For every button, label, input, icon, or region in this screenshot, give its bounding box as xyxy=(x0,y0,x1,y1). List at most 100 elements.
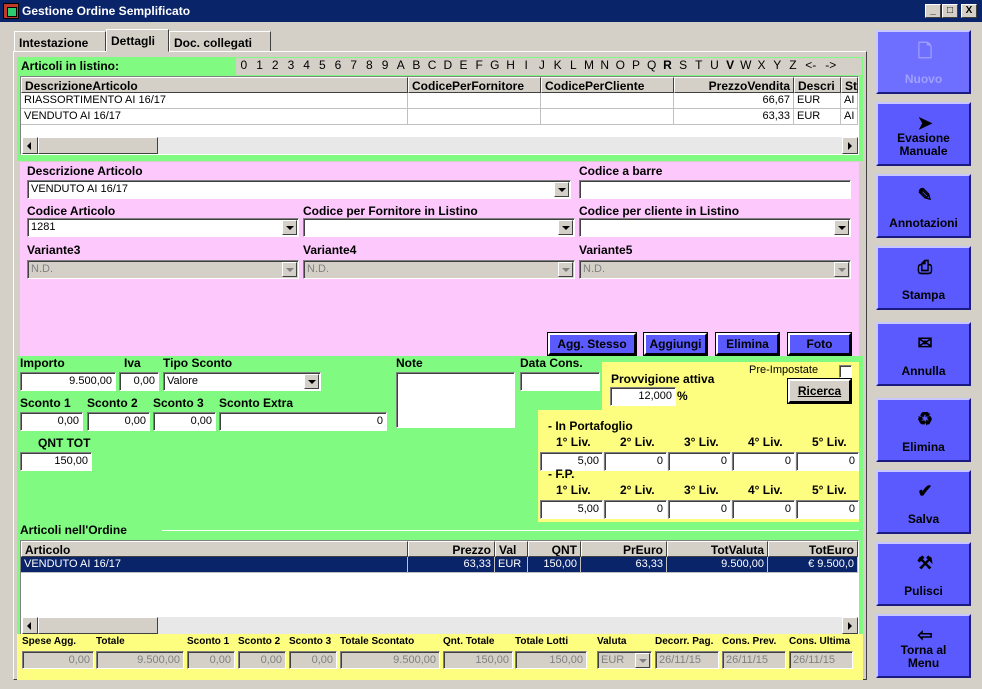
maximize-button[interactable]: □ xyxy=(942,4,958,18)
letter-filter-19[interactable]: J xyxy=(534,58,550,72)
ordine-header-2[interactable]: Val xyxy=(495,541,528,557)
listino-cell[interactable] xyxy=(408,109,541,125)
letter-filter-12[interactable]: C xyxy=(424,58,440,72)
provvigione-input[interactable]: 12,000 xyxy=(610,387,676,406)
ordine-header-1[interactable]: Prezzo xyxy=(408,541,495,557)
letter-filter-28[interactable]: S xyxy=(675,58,691,72)
agg-stesso-button[interactable]: Agg. Stesso xyxy=(547,332,637,356)
letter-filter-0[interactable]: 0 xyxy=(236,58,252,72)
ordine-cell[interactable]: 63,33 xyxy=(581,557,667,573)
letter-filter-34[interactable]: Y xyxy=(769,58,785,72)
side-button-annotazioni[interactable]: ✎ Annotazioni xyxy=(876,174,971,238)
chevron-down-icon[interactable] xyxy=(282,220,297,235)
descrizione-select[interactable]: VENDUTO AI 16/17 xyxy=(27,180,571,199)
pre-impostate-checkbox[interactable] xyxy=(839,365,852,378)
foto-button[interactable]: Foto xyxy=(787,332,852,356)
letter-filter-27[interactable]: R xyxy=(660,58,676,72)
listino-header-1[interactable]: CodicePerFornitore xyxy=(408,77,541,93)
listino-header-4[interactable]: Descri xyxy=(794,77,841,93)
side-button-salva[interactable]: ✔ Salva xyxy=(876,470,971,534)
letter-filter-14[interactable]: E xyxy=(456,58,472,72)
letter-filter-4[interactable]: 4 xyxy=(299,58,315,72)
sconto2-input[interactable]: 0,00 xyxy=(87,412,150,431)
letter-filter-13[interactable]: D xyxy=(440,58,456,72)
letter-filter-16[interactable]: G xyxy=(487,58,503,72)
ordine-cell[interactable]: 9.500,00 xyxy=(667,557,768,573)
listino-cell[interactable]: EUR xyxy=(794,109,841,125)
codice-select[interactable]: 1281 xyxy=(27,218,299,237)
note-textarea[interactable] xyxy=(396,372,515,428)
tab-intestazione[interactable]: Intestazione xyxy=(14,31,106,52)
barre-input[interactable] xyxy=(579,180,851,199)
ordine-header-0[interactable]: Articolo xyxy=(21,541,408,557)
sconto-extra-input[interactable]: 0 xyxy=(219,412,387,431)
letter-filter-3[interactable]: 3 xyxy=(283,58,299,72)
ordine-header-4[interactable]: PrEuro xyxy=(581,541,667,557)
ordine-cell[interactable]: VENDUTO AI 16/17 xyxy=(21,557,408,573)
listino-header-5[interactable]: St xyxy=(841,77,858,93)
ordine-cell[interactable]: 63,33 xyxy=(408,557,495,573)
listino-header-3[interactable]: PrezzoVendita xyxy=(674,77,794,93)
letter-filter-6[interactable]: 6 xyxy=(330,58,346,72)
letter-filter-30[interactable]: U xyxy=(707,58,723,72)
close-button[interactable]: X xyxy=(961,4,977,18)
letter-filter-35[interactable]: Z xyxy=(785,58,801,72)
ordine-cell[interactable]: 150,00 xyxy=(528,557,581,573)
tab-doc-collegati[interactable]: Doc. collegati xyxy=(169,31,271,52)
listino-cell[interactable] xyxy=(541,93,674,109)
letter-filter-7[interactable]: 7 xyxy=(346,58,362,72)
letter-filter-25[interactable]: P xyxy=(628,58,644,72)
side-button-elimina[interactable]: ♻ Elimina xyxy=(876,398,971,462)
fp-level-input-3[interactable]: 0 xyxy=(668,500,731,519)
portafoglio-level-input-3[interactable]: 0 xyxy=(668,452,731,471)
chevron-down-icon[interactable] xyxy=(558,220,573,235)
listino-cell[interactable]: 66,67 xyxy=(674,93,794,109)
listino-cell[interactable] xyxy=(541,109,674,125)
importo-input[interactable]: 9.500,00 xyxy=(20,372,116,391)
letter-filter-22[interactable]: M xyxy=(581,58,597,72)
letter-filter-9[interactable]: 9 xyxy=(377,58,393,72)
listino-cell[interactable]: VENDUTO AI 16/17 xyxy=(21,109,408,125)
letter-filter-36[interactable]: <- xyxy=(801,58,821,72)
listino-cell[interactable]: 63,33 xyxy=(674,109,794,125)
listino-cell[interactable]: RIASSORTIMENTO AI 16/17 xyxy=(21,93,408,109)
aggiungi-button[interactable]: Aggiungi xyxy=(643,332,708,356)
side-button-pulisci[interactable]: ⚒ Pulisci xyxy=(876,542,971,606)
letter-filter-10[interactable]: A xyxy=(393,58,409,72)
letter-filter-21[interactable]: L xyxy=(565,58,581,72)
ordine-cell[interactable]: EUR xyxy=(495,557,528,573)
scroll-left-arrow-icon[interactable] xyxy=(22,617,38,634)
sconto3-input[interactable]: 0,00 xyxy=(153,412,216,431)
scroll-thumb[interactable] xyxy=(38,137,158,154)
chevron-down-icon[interactable] xyxy=(554,182,569,197)
chevron-down-icon[interactable] xyxy=(304,374,319,389)
sconto1-input[interactable]: 0,00 xyxy=(20,412,83,431)
scroll-right-arrow-icon[interactable] xyxy=(842,137,858,154)
letter-filter-15[interactable]: F xyxy=(471,58,487,72)
letter-filter-33[interactable]: X xyxy=(754,58,770,72)
portafoglio-level-input-2[interactable]: 0 xyxy=(604,452,667,471)
portafoglio-level-input-4[interactable]: 0 xyxy=(732,452,795,471)
listino-cell[interactable]: AI xyxy=(841,109,858,125)
portafoglio-level-input-5[interactable]: 0 xyxy=(796,452,859,471)
fp-level-input-2[interactable]: 0 xyxy=(604,500,667,519)
chevron-down-icon[interactable] xyxy=(834,220,849,235)
listino-header-2[interactable]: CodicePerCliente xyxy=(541,77,674,93)
letter-filter-8[interactable]: 8 xyxy=(362,58,378,72)
letter-filter-17[interactable]: H xyxy=(503,58,519,72)
side-button-torna-al-menu[interactable]: ⇦ Torna al Menu xyxy=(876,614,971,678)
data-cons-input[interactable] xyxy=(520,372,600,391)
tab-dettagli[interactable]: Dettagli xyxy=(106,29,169,52)
cliente-select[interactable] xyxy=(579,218,851,237)
fp-level-input-1[interactable]: 5,00 xyxy=(540,500,603,519)
fornitore-select[interactable] xyxy=(303,218,575,237)
letter-filter-5[interactable]: 5 xyxy=(314,58,330,72)
letter-filter-26[interactable]: Q xyxy=(644,58,660,72)
letter-filter-24[interactable]: O xyxy=(613,58,629,72)
listino-cell[interactable] xyxy=(408,93,541,109)
letter-filter-18[interactable]: I xyxy=(518,58,534,72)
side-button-evasione-manuale[interactable]: ➤ Evasione Manuale xyxy=(876,102,971,166)
listino-cell[interactable]: EUR xyxy=(794,93,841,109)
letter-filter-1[interactable]: 1 xyxy=(252,58,268,72)
letter-filter-32[interactable]: W xyxy=(738,58,754,72)
